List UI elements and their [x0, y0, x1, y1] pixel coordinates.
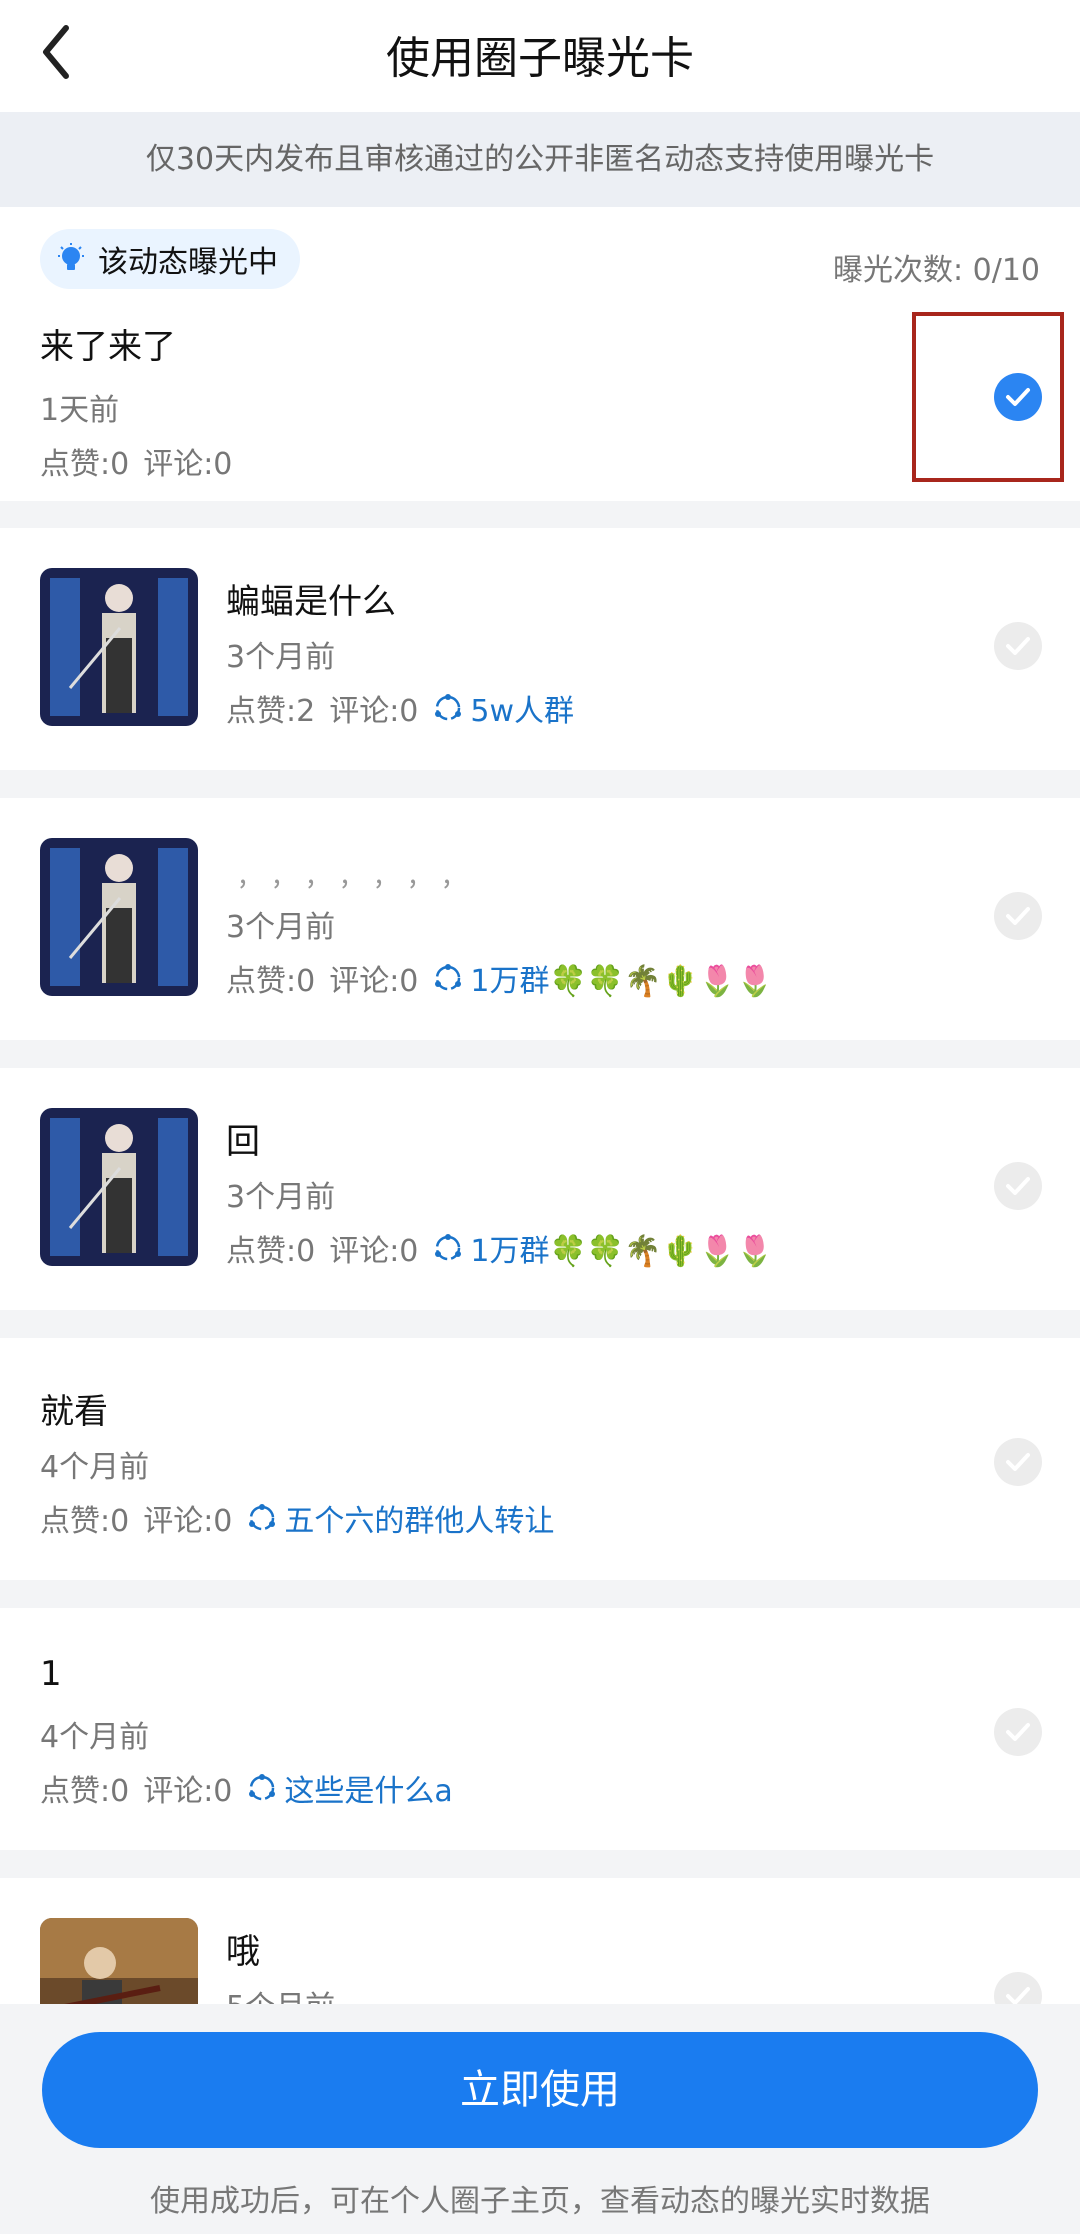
- post-thumbnail: [40, 838, 198, 996]
- post-time: 1天前: [40, 393, 120, 428]
- comments-count: 评论:0: [143, 1504, 233, 1539]
- top-bar: 使用圈子曝光卡: [0, 0, 1080, 112]
- use-now-button[interactable]: 立即使用: [42, 2032, 1038, 2148]
- lightbulb-icon: [58, 243, 84, 270]
- exposure-status-badge: 该动态曝光中: [40, 229, 300, 289]
- post-stats: 点赞:0 评论:0 这些是什么a: [40, 1766, 453, 1810]
- unselected-check-icon[interactable]: [994, 1438, 1042, 1486]
- share-circle-icon: [435, 964, 462, 991]
- group-link[interactable]: 1万群🍀🍀🌴🌵🌷🌷: [432, 1226, 774, 1270]
- share-circle-icon: [435, 694, 462, 721]
- exposure-status-label: 该动态曝光中: [98, 245, 278, 280]
- post-title: 哦: [226, 1932, 260, 1972]
- share-circle-icon: [249, 1504, 276, 1531]
- post-stats: 点赞:0 评论:0: [40, 439, 232, 483]
- page-title: 使用圈子曝光卡: [386, 33, 694, 84]
- post-stats: 点赞:0 评论:0 五个六的群他人转让: [40, 1496, 554, 1540]
- post-item[interactable]: 蝙蝠是什么 3个月前 点赞:2 评论:0 5w人群: [0, 528, 1080, 770]
- post-title: 1: [40, 1654, 62, 1694]
- likes-count: 点赞:0: [40, 1504, 130, 1539]
- group-name: 5w人群: [470, 694, 575, 729]
- comments-count: 评论:0: [143, 447, 233, 482]
- share-circle-icon: [435, 1234, 462, 1261]
- post-item[interactable]: 回 3个月前 点赞:0 评论:0 1万群🍀🍀🌴🌵🌷🌷: [0, 1068, 1080, 1310]
- post-stats: 点赞:2 评论:0 5w人群: [226, 686, 574, 730]
- post-title: 回: [226, 1122, 260, 1162]
- likes-count: 点赞:0: [40, 1774, 130, 1809]
- usage-tip: 使用成功后，可在个人圈子主页，查看动态的曝光实时数据: [150, 2184, 930, 2219]
- comments-count: 评论:0: [329, 694, 419, 729]
- group-name: 五个六的群他人转让: [284, 1504, 555, 1539]
- post-item[interactable]: 就看 4个月前 点赞:0 评论:0 五个六的群他人转让: [0, 1338, 1080, 1580]
- comments-count: 评论:0: [329, 1234, 419, 1269]
- unselected-check-icon[interactable]: [994, 1708, 1042, 1756]
- post-stats: 点赞:0 评论:0 1万群🍀🍀🌴🌵🌷🌷: [226, 956, 774, 1000]
- post-time: 4个月前: [40, 1450, 150, 1485]
- post-time: 4个月前: [40, 1720, 150, 1755]
- group-link[interactable]: 这些是什么a: [246, 1766, 453, 1810]
- share-circle-icon: [249, 1774, 276, 1801]
- group-name: 这些是什么a: [284, 1774, 453, 1809]
- post-item[interactable]: 1 4个月前 点赞:0 评论:0 这些是什么a: [0, 1608, 1080, 1850]
- eligibility-notice: 仅30天内发布且审核通过的公开非匿名动态支持使用曝光卡: [0, 112, 1080, 207]
- group-name: 1万群🍀🍀🌴🌵🌷🌷: [470, 1234, 774, 1269]
- bottom-action-bar: 立即使用 使用成功后，可在个人圈子主页，查看动态的曝光实时数据: [0, 2004, 1080, 2234]
- post-title: 蝙蝠是什么: [226, 582, 396, 622]
- comments-count: 评论:0: [143, 1774, 233, 1809]
- post-title: ﹐﹐﹐﹐﹐﹐﹐: [226, 852, 464, 892]
- post-title: 就看: [40, 1392, 108, 1432]
- post-item[interactable]: ﹐﹐﹐﹐﹐﹐﹐ 3个月前 点赞:0 评论:0 1万群🍀🍀🌴🌵🌷🌷: [0, 798, 1080, 1040]
- selection-highlight-box: [912, 312, 1064, 482]
- post-time: 3个月前: [226, 640, 336, 675]
- post-thumbnail: [40, 568, 198, 726]
- exposure-count: 曝光次数: 0/10: [832, 253, 1040, 288]
- post-stats: 点赞:0 评论:0 1万群🍀🍀🌴🌵🌷🌷: [226, 1226, 774, 1270]
- post-time: 3个月前: [226, 1180, 336, 1215]
- post-title: 来了来了: [40, 327, 176, 367]
- likes-count: 点赞:0: [40, 447, 130, 482]
- group-name: 1万群🍀🍀🌴🌵🌷🌷: [470, 964, 774, 999]
- group-link[interactable]: 五个六的群他人转让: [246, 1496, 554, 1540]
- unselected-check-icon[interactable]: [994, 892, 1042, 940]
- post-time: 3个月前: [226, 910, 336, 945]
- unselected-check-icon[interactable]: [994, 1162, 1042, 1210]
- likes-count: 点赞:0: [226, 964, 316, 999]
- likes-count: 点赞:0: [226, 1234, 316, 1269]
- comments-count: 评论:0: [329, 964, 419, 999]
- group-link[interactable]: 1万群🍀🍀🌴🌵🌷🌷: [432, 956, 774, 1000]
- group-link[interactable]: 5w人群: [432, 686, 574, 730]
- likes-count: 点赞:2: [226, 694, 316, 729]
- unselected-check-icon[interactable]: [994, 622, 1042, 670]
- post-thumbnail: [40, 1108, 198, 1266]
